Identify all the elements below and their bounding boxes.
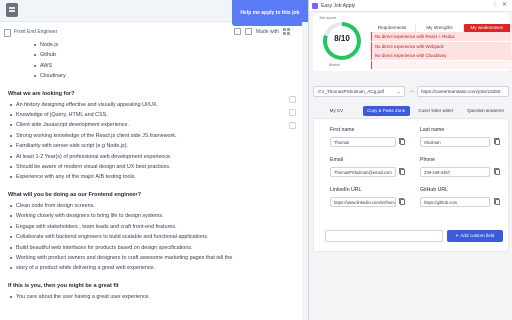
copy-icon[interactable] (399, 168, 405, 175)
list-item: Client-side Javascript development exper… (8, 120, 290, 130)
job-description: Node.js Github AWS Cloudinary What we ar… (0, 40, 290, 302)
requirements-list: An history designing effective and visua… (8, 100, 290, 183)
cover-letter-button[interactable]: Cover letter writer (412, 106, 460, 116)
list-item: Node.js (32, 40, 290, 50)
linkedin-field[interactable]: https://www.linkedin.com/in/thomasp (330, 197, 396, 207)
list-item: Collaborate with backend engineers to bu… (8, 232, 290, 242)
plus-icon: + (455, 233, 459, 238)
list-item: Engage with stakeholders , team leads an… (8, 222, 290, 232)
list-item: At least 1-2 Year(s) of professional web… (8, 152, 290, 162)
more-options-icon[interactable]: ⋮ (492, 1, 498, 8)
my-cv-button[interactable]: My CV (313, 106, 360, 116)
tab-weaknesses[interactable]: My weaknesses (463, 24, 511, 32)
copy-icon[interactable] (494, 198, 500, 205)
job-url-field[interactable]: https://careerteamtalor.com/jobs/15250 (417, 86, 509, 97)
score-tabs: Requirements My strengths My weaknesses (369, 24, 511, 32)
weakness-item-empty (371, 60, 511, 69)
app-icon (312, 3, 318, 9)
copy-icon[interactable] (399, 138, 405, 145)
panel-header: Easy Job Apply ⋮ ✕ (309, 0, 512, 12)
list-item: You care about the user having a great u… (8, 292, 290, 302)
document-icon (4, 29, 11, 37)
panel-actions: My CV Copy & Paste Zone Cover letter wri… (313, 106, 509, 116)
list-item: AWS (32, 61, 290, 71)
easy-job-apply-panel: Easy Job Apply ⋮ ✕ Job score 8/10 Match … (308, 0, 512, 320)
list-item: Cloudinary (32, 71, 290, 81)
copy-icon[interactable] (399, 198, 405, 205)
score-sub-label: Match (329, 62, 340, 67)
add-custom-field-label: Add custom field (460, 233, 495, 238)
score-value: 8/10 (334, 34, 350, 43)
copy-icon[interactable] (494, 138, 500, 145)
section-heading: If this is you, then you might be a grea… (8, 282, 119, 289)
first-name-field[interactable]: Thomas (330, 137, 396, 147)
duties-list: Clean code from design screens. Working … (8, 201, 290, 274)
job-page: Help me apply to this job Front End Engi… (0, 0, 308, 320)
arrow-right-icon: → (409, 88, 415, 94)
document-logo-icon (6, 3, 18, 17)
list-item-continuation: story of a product while delivering a gr… (8, 263, 290, 273)
copy-icon[interactable] (494, 168, 500, 175)
panel-title: Easy Job Apply (321, 3, 356, 9)
doc-tools: Made with (234, 28, 290, 35)
fit-list: You care about the user having a great u… (8, 292, 290, 302)
share-icon[interactable] (245, 28, 252, 35)
last-name-label: Last name (420, 127, 445, 133)
tab-requirements[interactable]: Requirements (369, 24, 417, 32)
email-label: Email (330, 157, 343, 163)
list-item: Experience with any of the major A/B tes… (8, 172, 290, 182)
cv-file-select[interactable]: CV_ThomasPShulman_ACg.pdf ⌄ (313, 86, 405, 97)
cv-source-row: CV_ThomasPShulman_ACg.pdf ⌄ → https://ca… (313, 86, 509, 97)
email-field[interactable]: ThomasPShulman@email.com (330, 167, 396, 177)
grid-icon[interactable] (282, 28, 290, 35)
score-ring: 8/10 (323, 22, 361, 60)
tool-icon[interactable] (289, 109, 296, 116)
job-score-card: Job score 8/10 Match Requirements My str… (313, 13, 511, 71)
tab-strengths[interactable]: My strengths (416, 24, 464, 32)
custom-field-input[interactable] (325, 230, 443, 242)
made-with-label: Made with (256, 28, 279, 35)
doc-toolbar: Front End Engineer Made with (0, 26, 308, 40)
phone-label: Phone (420, 157, 436, 163)
copy-paste-zone-button[interactable]: Copy & Paste Zone (362, 106, 410, 116)
first-name-label: First name (330, 127, 355, 133)
tool-icon[interactable] (289, 96, 296, 103)
section-heading: What we are looking for? (8, 90, 75, 97)
weakness-list: No direct experience with React + Redux … (371, 32, 511, 69)
list-item: An history designing effective and visua… (8, 100, 290, 110)
skills-list: Node.js Github AWS Cloudinary (32, 40, 290, 82)
list-item: Clean code from design screens. (8, 201, 290, 211)
section-heading: What will you be doing as our Frontend e… (8, 191, 142, 198)
list-item: Strong working knowledge of the React.js… (8, 131, 290, 141)
weakness-item: No direct experience with Webpack (371, 41, 511, 51)
last-name-field[interactable]: Shulman (420, 137, 490, 147)
add-custom-field-button[interactable]: + Add custom field (447, 230, 503, 242)
weakness-item: No direct experience with React + Redux (371, 32, 511, 41)
question-answerer-button[interactable]: Question answerer (462, 106, 509, 116)
list-item: Knowledge of jQuery, HTML and CSS. (8, 110, 290, 120)
weakness-item: No direct experience with Cloudinary (371, 51, 511, 60)
copy-doc-icon[interactable] (234, 28, 241, 35)
doc-title: Front End Engineer (14, 29, 58, 35)
cv-file-name: CV_ThomasPShulman_ACg.pdf (318, 89, 384, 94)
help-apply-button[interactable]: Help me apply to this job (232, 0, 308, 26)
screen: Help me apply to this job Front End Engi… (0, 0, 512, 320)
phone-field[interactable]: 239-449-4457 (420, 167, 490, 177)
job-score-label: Job score (319, 15, 337, 20)
github-label: GitHub URL (420, 187, 448, 193)
list-item: Familiarity with server-side script (e.g… (8, 141, 290, 151)
list-item: Github (32, 50, 290, 60)
close-icon[interactable]: ✕ (502, 1, 507, 8)
list-item: Build beautiful web interfaces for produ… (8, 243, 290, 253)
linkedin-label: LinkedIn URL (330, 187, 362, 193)
list-item: Working with product owners and designer… (8, 253, 290, 263)
list-item: Should be aware of modern visual design … (8, 162, 290, 172)
chevron-down-icon: ⌄ (396, 89, 401, 95)
custom-field-row: + Add custom field (313, 230, 509, 242)
list-item: Working closely with designers to bring … (8, 211, 290, 221)
tool-icon[interactable] (289, 122, 296, 129)
score-ring-inner: 8/10 (327, 26, 357, 56)
github-field[interactable]: https://github.com (420, 197, 490, 207)
side-toolbar (289, 96, 299, 135)
